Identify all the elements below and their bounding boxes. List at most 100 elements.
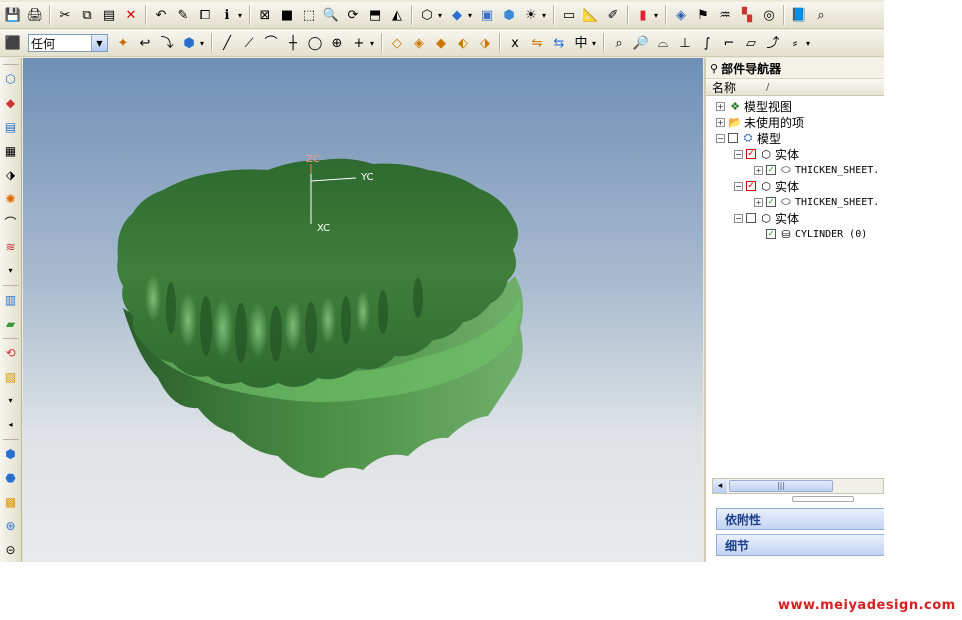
face5-icon[interactable]: ⬗ <box>475 33 495 53</box>
shape2-icon[interactable]: ⬢ <box>2 444 20 464</box>
face2-icon[interactable]: ◈ <box>409 33 429 53</box>
cube-view-icon[interactable]: ⬡ <box>417 5 437 25</box>
spline-icon[interactable]: ∫ <box>697 33 717 53</box>
expand-icon[interactable]: + <box>716 101 725 111</box>
expand-icon[interactable]: + <box>754 197 763 207</box>
column-header-name[interactable]: 名称 / <box>706 79 884 96</box>
layout-icon[interactable]: ▚ <box>737 5 757 25</box>
tree-node-solid-3[interactable]: − ✓ ⬡ 实体 <box>734 210 799 226</box>
face3-icon[interactable]: ◆ <box>431 33 451 53</box>
render-icon[interactable]: ▣ <box>477 5 497 25</box>
light-dropdown-icon[interactable]: ▾ <box>542 11 548 20</box>
line-icon[interactable]: ╱ <box>217 33 237 53</box>
pan-icon[interactable]: ⬒ <box>365 5 385 25</box>
light-icon[interactable]: ☀ <box>521 5 541 25</box>
trim-icon[interactable]: ⤴ <box>763 33 783 53</box>
arrow-icon[interactable]: ↩ <box>135 33 155 53</box>
replace-icon[interactable]: ⇆ <box>549 33 569 53</box>
extend-dropdown-icon[interactable]: ▾ <box>806 39 812 48</box>
shape5-icon[interactable]: ⊛ <box>2 516 20 536</box>
measure-icon[interactable]: 📐 <box>581 5 601 25</box>
info-dropdown-icon[interactable]: ▾ <box>238 11 244 20</box>
green-icon[interactable]: ▰ <box>2 314 20 334</box>
shape6-icon[interactable]: ⊝ <box>2 540 20 560</box>
solid-view-icon[interactable]: ◆ <box>447 5 467 25</box>
pin-icon[interactable]: ⚲ <box>710 62 718 75</box>
print-icon[interactable]: 🖨 <box>25 5 45 25</box>
undo-icon[interactable]: ↶ <box>151 5 171 25</box>
book-icon[interactable]: 📘 <box>789 5 809 25</box>
object-icon[interactable]: ⧠ <box>195 5 215 25</box>
tree-node-cylinder[interactable]: ✓ ⛁ CYLINDER (0) <box>766 226 867 242</box>
dropdown-icon[interactable]: ▾ <box>2 261 20 281</box>
face-icon[interactable]: ◇ <box>387 33 407 53</box>
selection-filter-select[interactable]: 任何 ▼ <box>28 34 108 52</box>
point-snap-icon[interactable]: ✦ <box>113 33 133 53</box>
shape4-icon[interactable]: ▩ <box>2 492 20 512</box>
flag-icon[interactable]: ⚑ <box>693 5 713 25</box>
face4-icon[interactable]: ⬖ <box>453 33 473 53</box>
tree-node-thicken-sheet-1[interactable]: + ✓ ⬭ THICKEN_SHEET. <box>754 162 879 178</box>
shape-dropdown-icon[interactable]: ▾ <box>200 39 206 48</box>
chevron-down-icon[interactable]: ▼ <box>91 35 107 51</box>
fit-icon[interactable]: ⊠ <box>255 5 275 25</box>
tree-node-model[interactable]: − ✓ ⛭ 模型 <box>716 130 781 146</box>
tree-node-thicken-sheet-2[interactable]: + ✓ ⬭ THICKEN_SHEET. <box>754 194 879 210</box>
layer-icon[interactable]: ◈ <box>671 5 691 25</box>
copy-icon[interactable]: ⧉ <box>77 5 97 25</box>
xform-icon[interactable]: x <box>505 33 525 53</box>
tree-node-solid-2[interactable]: − ✓ ⬡ 实体 <box>734 178 799 194</box>
dependencies-panel-button[interactable]: 依附性 <box>716 508 884 530</box>
curve-icon[interactable]: ⌒ <box>261 33 281 53</box>
visibility-checkbox[interactable]: ✓ <box>766 229 776 239</box>
zoom-icon[interactable]: 🔍 <box>321 5 341 25</box>
ruler-icon[interactable]: ▭ <box>559 5 579 25</box>
color-icon[interactable]: ✺ <box>2 189 20 209</box>
shape-icon[interactable]: ◂ <box>2 415 20 435</box>
layer-icon[interactable]: ▦ <box>2 141 20 161</box>
collapse-icon[interactable]: − <box>716 133 725 143</box>
feature-icon[interactable]: ⤵ <box>157 33 177 53</box>
plus-dropdown-icon[interactable]: ▾ <box>370 39 376 48</box>
tree-node-solid-1[interactable]: − ✓ ⬡ 实体 <box>734 146 799 162</box>
perpendicular-icon[interactable]: ⊥ <box>675 33 695 53</box>
scroll-thumb[interactable]: ||| <box>729 480 833 492</box>
target-icon[interactable]: ⊕ <box>327 33 347 53</box>
collapse-icon[interactable]: − <box>734 149 743 159</box>
axis-dropdown-icon[interactable]: ▾ <box>592 39 598 48</box>
tube-icon[interactable]: ⟲ <box>2 343 20 363</box>
collapse-icon[interactable]: − <box>734 181 743 191</box>
visibility-checkbox[interactable]: ✓ <box>746 213 756 223</box>
sketch-icon[interactable]: ⬡ <box>2 69 20 89</box>
zoom-edge-icon[interactable]: ◎ <box>759 5 779 25</box>
navigator-hscrollbar[interactable]: ◂ ||| <box>712 478 884 494</box>
info-icon[interactable]: ℹ <box>217 5 237 25</box>
color-icon[interactable]: ▮ <box>633 5 653 25</box>
solid-icon[interactable]: ▥ <box>2 290 20 310</box>
surface-icon[interactable]: ♒ <box>715 5 735 25</box>
visibility-checkbox[interactable]: ✓ <box>746 181 756 191</box>
measure-icon[interactable]: ⬗ <box>2 165 20 185</box>
collapse-icon[interactable]: − <box>734 213 743 223</box>
shape-icon[interactable]: ⬢ <box>179 33 199 53</box>
cross-icon[interactable]: ┼ <box>283 33 303 53</box>
save-icon[interactable]: 💾 <box>3 5 23 25</box>
tree-node-unused-items[interactable]: + 📂 未使用的项 <box>716 114 804 130</box>
box-icon[interactable]: ▧ <box>2 367 20 387</box>
extrude-icon[interactable]: ▤ <box>2 117 20 137</box>
find-icon[interactable]: ⌕ <box>811 5 831 25</box>
shape3-icon[interactable]: ⬣ <box>2 468 20 488</box>
expand-icon[interactable]: + <box>754 165 763 175</box>
circle-icon[interactable]: ◯ <box>305 33 325 53</box>
scroll-left-icon[interactable]: ◂ <box>713 479 727 493</box>
visibility-checkbox[interactable]: ✓ <box>766 165 776 175</box>
feature-icon[interactable]: ◆ <box>2 93 20 113</box>
paste-icon[interactable]: ▤ <box>99 5 119 25</box>
cube-view-dropdown-icon[interactable]: ▾ <box>438 11 444 20</box>
search-icon[interactable]: ⌕ <box>609 33 629 53</box>
analysis-icon[interactable]: ✐ <box>603 5 623 25</box>
color-dropdown-icon[interactable]: ▾ <box>654 11 660 20</box>
curve-icon[interactable]: ⌒ <box>2 213 20 233</box>
zoom-box-icon[interactable]: ⬚ <box>299 5 319 25</box>
arc-icon[interactable]: ⌓ <box>653 33 673 53</box>
